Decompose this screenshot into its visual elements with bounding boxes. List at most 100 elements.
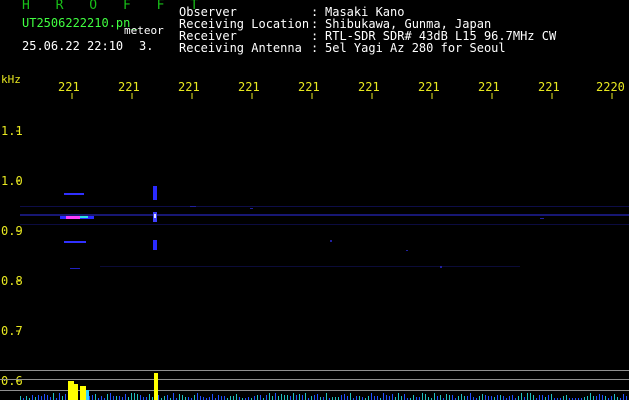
trace-bar [326,393,327,400]
trace-bar [614,394,615,400]
trace-bar [389,396,390,400]
trace-bar [317,394,318,400]
trace-bar [167,395,168,400]
trace-bar [401,396,402,400]
trace-bar [512,395,513,400]
trace-bar [623,394,624,400]
trace-bar [119,396,120,400]
trace-bar [434,393,435,400]
trace-bar [590,393,591,400]
trace-bar [611,396,612,400]
trace-bar [284,395,285,400]
carrier-band [20,206,629,267]
spectrogram [0,93,629,400]
trace-bar [20,396,21,400]
trace-bar [278,396,279,400]
trace-bar [344,394,345,400]
trace-bar [182,395,183,400]
trace-bar [269,393,270,400]
trace-bar [137,394,138,400]
trace-bar [350,393,351,400]
trace-bar [386,395,387,400]
amplitude-trace [20,393,627,400]
trace-bar [305,393,306,400]
trace-bar [368,396,369,400]
trace-bar [266,395,267,400]
trace-bar [236,394,237,400]
trace-bar [194,395,195,400]
trace-bar [290,396,291,400]
trace-bar [461,394,462,400]
trace-bar [500,395,501,400]
trace-bar [392,394,393,400]
trace-bar [563,396,564,400]
freq-ticks [16,130,20,382]
trace-bar [89,396,90,400]
trace-bar [521,393,522,400]
trace-bar [602,395,603,400]
trace-bar [149,394,150,400]
trace-bar [287,395,288,400]
trace-bar [599,394,600,400]
trace-bar [254,396,255,400]
trace-bar [470,393,471,400]
trace-bar [125,394,126,400]
trace-bar [497,395,498,400]
trace-bar [200,396,201,400]
trace-bar [59,393,60,400]
trace-bar [311,396,312,400]
amplitude-peaks [68,373,158,400]
reference-lines [0,370,629,391]
trace-bar [65,394,66,400]
trace-bar [533,395,534,400]
trace-bar [377,396,378,400]
trace-bar [587,396,588,400]
trace-bar [164,396,165,400]
trace-bar [482,394,483,400]
trace-bar [62,396,63,400]
trace-bar [140,395,141,400]
trace-bar [422,393,423,400]
trace-bar [452,395,453,400]
trace-bar [518,396,519,400]
trace-bar [551,394,552,400]
meteor-echo [60,193,94,269]
time-ticks [71,93,613,99]
trace-bar [398,393,399,400]
trace-bar [272,396,273,400]
trace-bar [359,396,360,400]
trace-bar [485,395,486,400]
hrofft-window: H R O F F T UT2506222210.pn_ meteor 25.0… [0,0,629,400]
trace-bar [596,396,597,400]
trace-bar [131,393,132,400]
trace-bar [230,396,231,400]
meteor-echo [153,186,157,250]
trace-bar [413,395,414,400]
trace-bar [605,396,606,400]
trace-bar [32,395,33,400]
trace-bar [383,393,384,400]
trace-bar [179,394,180,400]
trace-bar [356,396,357,400]
trace-bar [347,396,348,400]
trace-bar [134,393,135,400]
trace-bar [44,394,45,400]
trace-bar [293,393,294,400]
trace-bar [101,396,102,400]
trace-bar [437,396,438,400]
trace-bar [281,394,282,400]
trace-bar [173,393,174,400]
trace-bar [449,395,450,400]
trace-bar [371,393,372,400]
trace-bar [41,396,42,400]
trace-bar [467,396,468,400]
trace-bar [530,393,531,400]
trace-bar [374,396,375,400]
trace-bar [26,396,27,400]
trace-bar [491,396,492,400]
trace-bar [275,393,276,400]
trace-bar [539,395,540,400]
trace-bar [212,394,213,400]
trace-bar [95,394,96,400]
trace-bar [260,395,261,400]
